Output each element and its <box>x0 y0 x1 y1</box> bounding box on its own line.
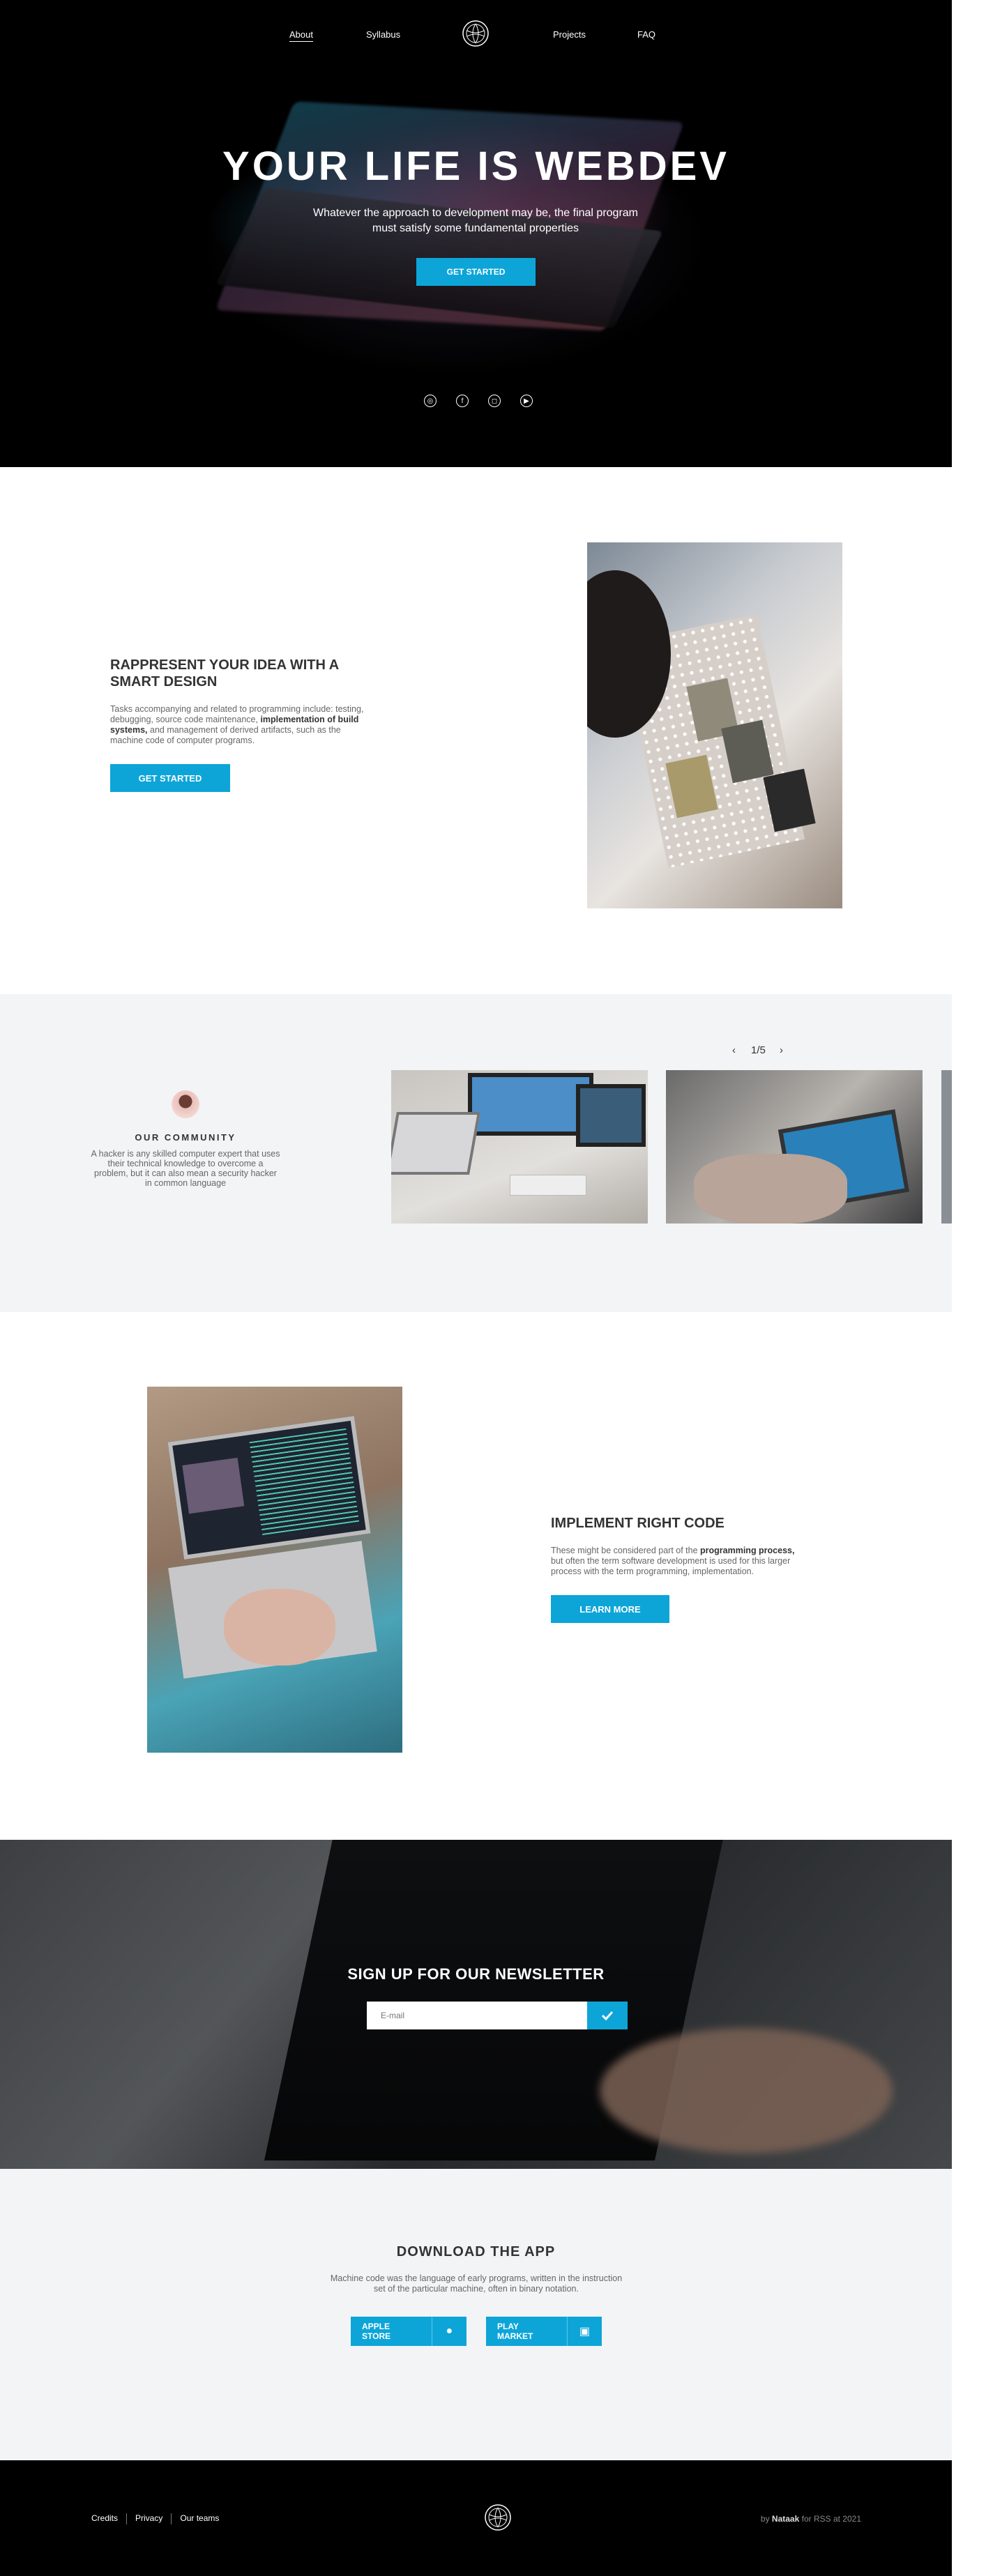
hero-get-started-button[interactable]: GET STARTED <box>416 258 536 286</box>
hero-section: About Syllabus Projects FAQ YOUR LIFE IS… <box>0 0 952 467</box>
play-market-button[interactable]: PLAY MARKET ▣ <box>486 2317 602 2346</box>
newsletter-title: SIGN UP FOR OUR NEWSLETTER <box>347 1965 605 1983</box>
avatar <box>172 1090 199 1118</box>
youtube-icon[interactable]: ▶ <box>520 395 533 407</box>
newsletter-section: SIGN UP FOR OUR NEWSLETTER <box>0 1840 952 2169</box>
community-slide[interactable] <box>666 1070 923 1224</box>
apple-icon: ● <box>446 2325 453 2337</box>
android-icon: ▣ <box>579 2326 590 2338</box>
dribbble-icon[interactable]: ◎ <box>424 395 437 407</box>
newsletter-submit-button[interactable] <box>587 2002 628 2029</box>
code-text: These might be considered part of the pr… <box>551 1546 795 1576</box>
nav-link-about[interactable]: About <box>289 29 313 42</box>
code-section: IMPLEMENT RIGHT CODE These might be cons… <box>0 1312 952 1840</box>
nav-link-faq[interactable]: FAQ <box>637 29 655 40</box>
apple-store-button[interactable]: APPLE STORE ● <box>351 2317 467 2346</box>
logo-icon[interactable] <box>462 20 490 47</box>
about-section: RAPPRESENT YOUR IDEA WITH A SMART DESIGN… <box>0 467 952 994</box>
learn-more-button[interactable]: LEARN MORE <box>551 1595 669 1623</box>
design-team-photo <box>587 542 842 908</box>
footer-logo-icon[interactable] <box>484 2503 512 2531</box>
download-app-section: DOWNLOAD THE APP Machine code was the la… <box>0 2169 952 2460</box>
community-title: OUR COMMUNITY <box>135 1132 236 1143</box>
community-text: A hacker is any skilled computer expert … <box>91 1149 280 1188</box>
about-text: Tasks accompanying and related to progra… <box>110 704 364 745</box>
about-get-started-button[interactable]: GET STARTED <box>110 764 230 792</box>
app-text: Machine code was the language of early p… <box>330 2273 623 2294</box>
code-title: IMPLEMENT RIGHT CODE <box>551 1516 725 1531</box>
app-title: DOWNLOAD THE APP <box>396 2244 556 2259</box>
hero-title: YOUR LIFE IS WEBDEV <box>222 144 729 189</box>
footer-links: Credits Privacy Our teams <box>91 2513 227 2524</box>
footer-link-privacy[interactable]: Privacy <box>126 2513 171 2524</box>
community-slide[interactable] <box>391 1070 648 1224</box>
about-title: RAPPRESENT YOUR IDEA WITH A SMART DESIGN <box>110 657 339 689</box>
footer-credit: by Nataak for RSS at 2021 <box>760 2514 861 2524</box>
chevron-right-icon[interactable]: › <box>780 1044 783 1056</box>
chevron-left-icon[interactable]: ‹ <box>732 1044 736 1056</box>
nav-link-syllabus[interactable]: Syllabus <box>366 29 400 40</box>
community-slide[interactable] <box>941 1070 952 1224</box>
main-nav: About Syllabus Projects FAQ <box>0 20 952 47</box>
footer: Credits Privacy Our teams by Nataak for … <box>0 2460 952 2576</box>
checkmark-icon <box>602 2011 613 2020</box>
community-section: OUR COMMUNITY A hacker is any skilled co… <box>0 994 952 1312</box>
hero-subtitle: Whatever the approach to development may… <box>312 207 639 234</box>
instagram-icon[interactable]: ◻ <box>488 395 501 407</box>
slider-counter: 1/5 <box>751 1044 766 1056</box>
footer-link-our-teams[interactable]: Our teams <box>171 2513 227 2524</box>
nav-link-projects[interactable]: Projects <box>553 29 586 40</box>
facebook-icon[interactable]: f <box>456 395 469 407</box>
laptop-coding-photo <box>147 1387 402 1753</box>
footer-link-credits[interactable]: Credits <box>91 2513 126 2524</box>
page: About Syllabus Projects FAQ YOUR LIFE IS… <box>0 0 986 2576</box>
email-field[interactable] <box>367 2002 587 2029</box>
social-links: ◎ f ◻ ▶ <box>424 395 536 409</box>
slider-pager: ‹ 1/5 › <box>732 1044 795 1058</box>
